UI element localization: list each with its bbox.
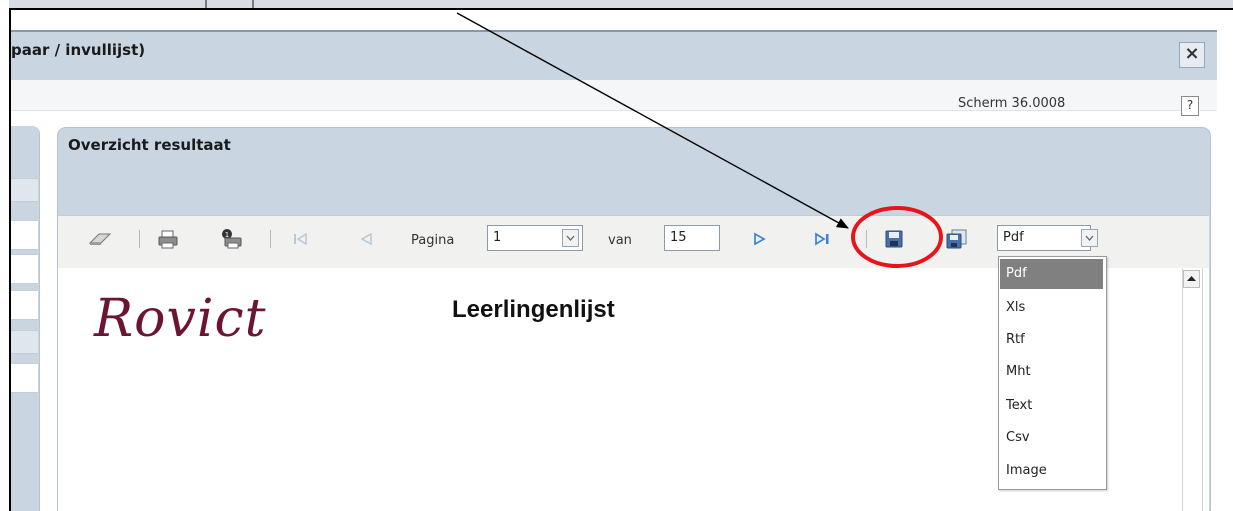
chevron-down-icon <box>566 235 575 241</box>
chevron-down-icon <box>1085 235 1094 241</box>
previous-page-icon <box>360 232 372 246</box>
report-title: Leerlingenlijst <box>452 296 615 323</box>
last-page-button[interactable] <box>810 226 836 252</box>
next-page-icon <box>754 232 766 246</box>
eraser-button[interactable] <box>86 226 114 252</box>
top-strip-divider <box>205 0 207 8</box>
page-select-dropdown-button[interactable] <box>562 229 579 247</box>
screen-code: Scherm 36.0008 <box>958 96 1066 111</box>
panel-title: Overzicht resultaat <box>68 136 231 154</box>
export-option-rtf[interactable]: Rtf <box>1000 326 1103 354</box>
save-button[interactable] <box>880 226 908 252</box>
print-current-page-button[interactable]: 1 <box>217 226 247 252</box>
print-page-icon: 1 <box>222 229 242 249</box>
first-page-button[interactable] <box>288 226 312 252</box>
next-page-button[interactable] <box>748 226 772 252</box>
toolbar-separator <box>139 230 140 248</box>
scroll-up-button[interactable] <box>1183 270 1200 288</box>
left-panel-row[interactable] <box>11 290 38 320</box>
vertical-scrollbar[interactable] <box>1182 268 1203 511</box>
printer-icon <box>158 230 178 249</box>
page-label: Pagina <box>411 233 455 248</box>
close-button[interactable]: × <box>1179 42 1205 68</box>
toolbar-separator <box>866 230 867 248</box>
save-to-window-button[interactable] <box>943 226 971 252</box>
export-option-text[interactable]: Text <box>1000 392 1103 420</box>
total-pages-field: 15 <box>664 225 720 251</box>
close-icon: × <box>1184 43 1200 64</box>
export-option-mht[interactable]: Mht <box>1000 358 1103 386</box>
left-panel-row[interactable] <box>11 254 38 284</box>
top-tab-strip <box>9 0 1233 10</box>
help-button[interactable]: ? <box>1181 96 1199 116</box>
arrow-up-icon <box>1187 276 1196 281</box>
last-page-icon <box>815 232 829 246</box>
top-strip-divider <box>252 0 254 8</box>
save-window-icon <box>946 229 967 249</box>
export-option-image[interactable]: Image <box>1000 457 1103 485</box>
left-panel-row[interactable] <box>11 220 38 250</box>
of-label: van <box>608 233 632 248</box>
eraser-icon <box>88 233 112 245</box>
left-panel-row <box>11 330 38 354</box>
print-button[interactable] <box>154 226 182 252</box>
export-option-csv[interactable]: Csv <box>1000 424 1103 452</box>
window-title: paar / invullijst) <box>11 41 146 59</box>
window-titlebar <box>11 30 1217 80</box>
total-pages-value: 15 <box>670 230 687 245</box>
left-panel-row <box>11 178 38 202</box>
export-option-pdf[interactable]: Pdf <box>1000 259 1103 289</box>
export-format-value: Pdf <box>1003 230 1024 245</box>
rovict-logo: Rovict <box>94 289 267 349</box>
export-format-dropdown-button[interactable] <box>1081 229 1098 247</box>
previous-page-button[interactable] <box>354 226 378 252</box>
export-format-select[interactable]: Pdf <box>997 225 1091 251</box>
toolbar-separator <box>270 230 271 248</box>
first-page-icon <box>294 232 307 246</box>
export-option-xls[interactable]: Xls <box>1000 294 1103 322</box>
left-panel-row[interactable] <box>11 363 38 393</box>
floppy-disk-icon <box>885 230 903 248</box>
page-select-value: 1 <box>493 230 502 245</box>
